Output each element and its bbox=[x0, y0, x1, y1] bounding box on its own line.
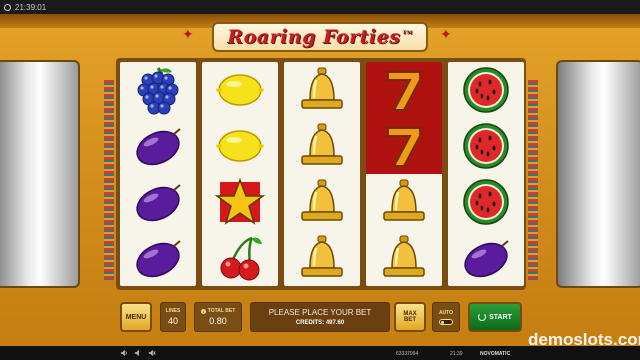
bell-symbol bbox=[284, 174, 360, 230]
right-payline-indicators bbox=[528, 80, 538, 280]
grapes-icon bbox=[137, 67, 179, 115]
session-id: 63337994 bbox=[396, 351, 419, 357]
bet-message: PLEASE PLACE YOUR BET bbox=[268, 308, 372, 317]
total-bet-value: 0.80 bbox=[209, 316, 227, 326]
game-title: Roaring Forties bbox=[227, 26, 401, 48]
cherries-symbol bbox=[202, 230, 278, 286]
sparkle-icon: ✦ bbox=[182, 26, 194, 42]
left-payline-indicators bbox=[104, 80, 114, 280]
bell-icon bbox=[301, 123, 343, 165]
sparkle-icon: ✦ bbox=[440, 26, 452, 42]
left-chrome-panel bbox=[0, 60, 80, 288]
credits-display: CREDITS: 497.60 bbox=[296, 320, 344, 326]
reels-frame bbox=[116, 58, 526, 290]
total-bet-selector[interactable]: i TOTAL BET 0.80 bbox=[194, 302, 242, 332]
bell-symbol bbox=[366, 174, 442, 230]
trademark: TM bbox=[402, 30, 413, 36]
bell-icon bbox=[383, 235, 425, 277]
reel-1 bbox=[120, 62, 196, 286]
info-icon: i bbox=[200, 308, 206, 314]
watermelon-icon bbox=[463, 179, 509, 225]
lines-selector[interactable]: LINES 40 bbox=[160, 302, 186, 332]
plum-symbol bbox=[120, 118, 196, 174]
plum-icon bbox=[136, 128, 181, 166]
watermark: demoslots.com bbox=[528, 330, 640, 349]
max-bet-label: BET bbox=[404, 317, 416, 323]
footer-time: 21:39 bbox=[450, 351, 463, 357]
bell-symbol bbox=[284, 118, 360, 174]
brand-label: NOVOMATIC bbox=[480, 351, 511, 357]
reel-4 bbox=[366, 62, 442, 286]
music-icon[interactable] bbox=[134, 349, 142, 357]
toggle-switch[interactable] bbox=[439, 318, 453, 325]
start-button[interactable]: START bbox=[468, 302, 522, 332]
lemon-icon bbox=[216, 130, 264, 162]
right-chrome-panel bbox=[556, 60, 640, 288]
plum-icon bbox=[464, 240, 509, 278]
watermelon-icon bbox=[463, 67, 509, 113]
lines-label: LINES bbox=[165, 308, 181, 314]
seven-icon bbox=[387, 127, 421, 167]
status-time: 21:39:01 bbox=[15, 2, 47, 12]
watermelon-symbol bbox=[448, 174, 524, 230]
menu-button[interactable]: MENU bbox=[120, 302, 152, 332]
mute-icon[interactable] bbox=[148, 349, 156, 357]
lemon-symbol bbox=[202, 62, 278, 118]
seven-icon bbox=[387, 71, 421, 111]
plum-symbol bbox=[120, 174, 196, 230]
cherries-icon bbox=[220, 236, 262, 281]
lemon-symbol bbox=[202, 118, 278, 174]
watermelon-symbol bbox=[448, 62, 524, 118]
plum-icon bbox=[136, 240, 181, 278]
clock-icon bbox=[4, 3, 11, 11]
total-bet-header: i TOTAL BET bbox=[200, 308, 236, 314]
watermelon-symbol bbox=[448, 118, 524, 174]
bell-icon bbox=[301, 67, 343, 109]
bell-symbol bbox=[284, 62, 360, 118]
bell-symbol bbox=[284, 230, 360, 286]
lemon-icon bbox=[216, 74, 264, 106]
bell-icon bbox=[383, 179, 425, 221]
plum-icon bbox=[136, 184, 181, 222]
credits-label: CREDITS: bbox=[295, 320, 325, 326]
bell-icon bbox=[301, 179, 343, 221]
grapes-symbol bbox=[120, 62, 196, 118]
total-bet-label: TOTAL BET bbox=[207, 308, 236, 314]
message-panel: PLEASE PLACE YOUR BET CREDITS: 497.60 bbox=[250, 302, 390, 332]
seven-symbol bbox=[366, 118, 442, 174]
plum-symbol bbox=[120, 230, 196, 286]
plum-symbol bbox=[448, 230, 524, 286]
status-bar: 21:39:01 bbox=[0, 0, 640, 14]
seven-symbol bbox=[366, 62, 442, 118]
reel-5 bbox=[448, 62, 524, 286]
game-logo: Roaring Forties TM bbox=[212, 22, 428, 52]
credits-value: 497.60 bbox=[325, 320, 345, 326]
watermelon-icon bbox=[463, 123, 509, 169]
lines-value: 40 bbox=[167, 316, 178, 326]
spin-icon bbox=[478, 313, 487, 321]
bell-icon bbox=[301, 235, 343, 277]
reel-3 bbox=[284, 62, 360, 286]
bell-symbol bbox=[366, 230, 442, 286]
star-icon bbox=[214, 177, 266, 225]
star-symbol bbox=[202, 174, 278, 230]
autoplay-toggle[interactable]: AUTO bbox=[432, 302, 460, 332]
menu-label: MENU bbox=[125, 313, 147, 321]
start-label: START bbox=[489, 313, 512, 321]
sound-icon[interactable] bbox=[120, 349, 128, 357]
max-bet-button[interactable]: MAX BET bbox=[394, 302, 426, 332]
reel-2 bbox=[202, 62, 278, 286]
auto-label: AUTO bbox=[438, 309, 454, 316]
